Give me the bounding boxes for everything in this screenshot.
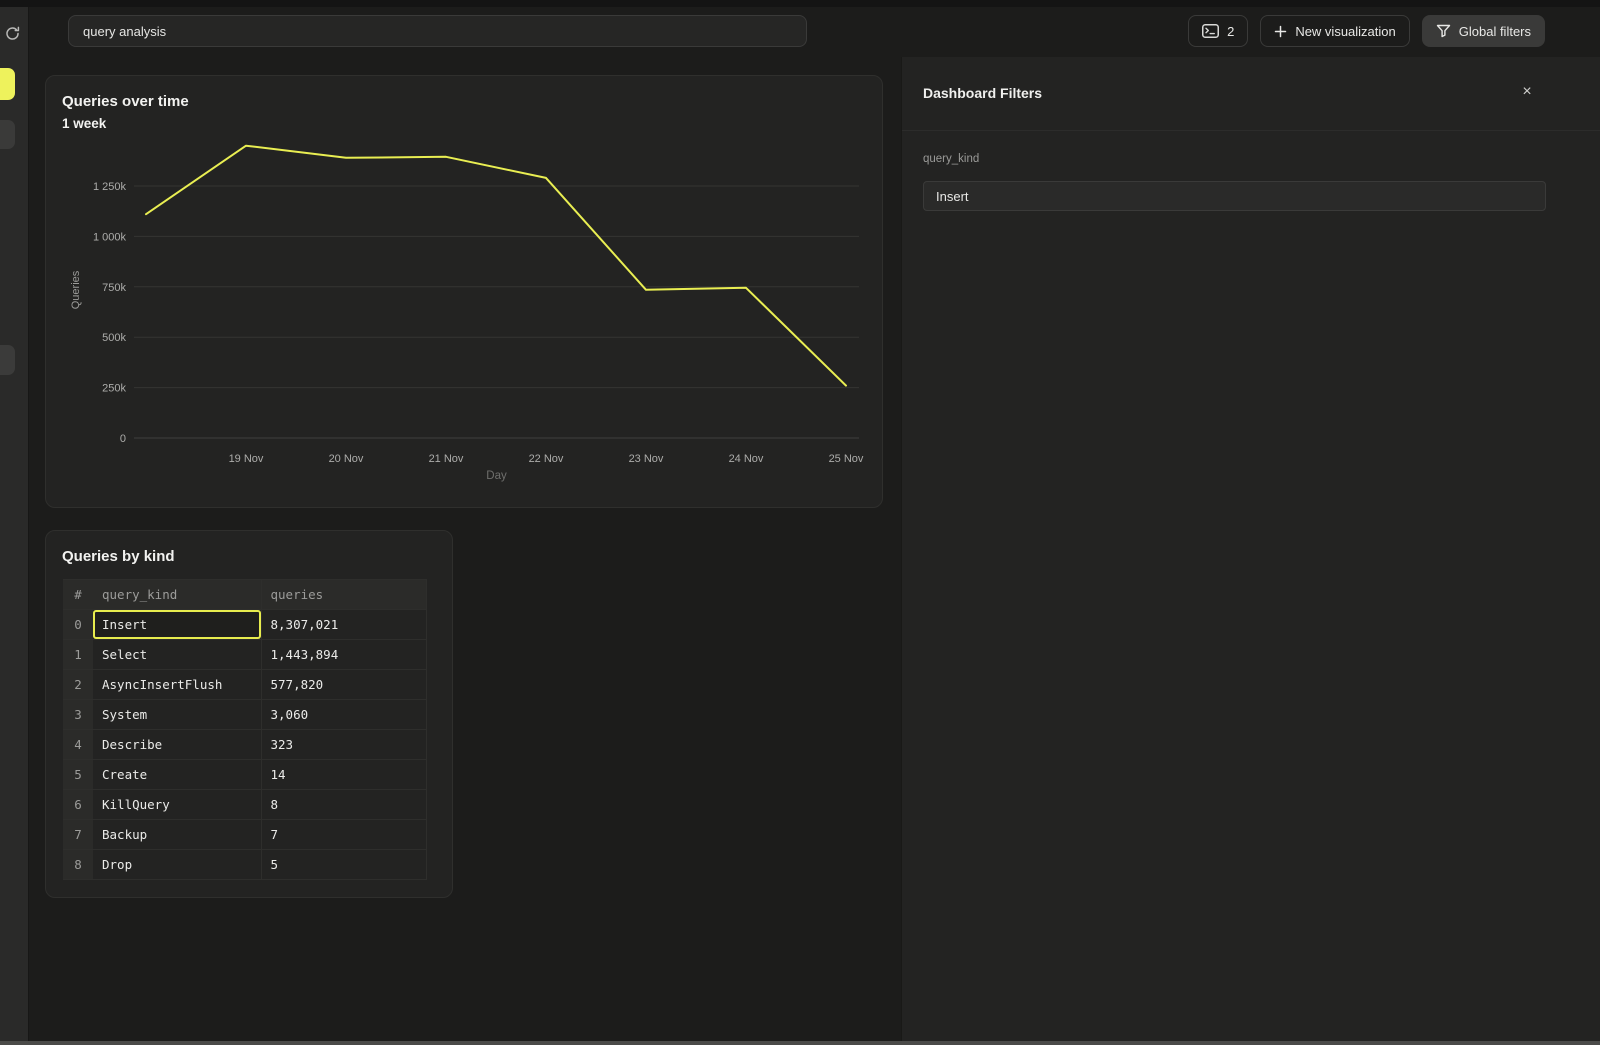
left-sidebar-rail bbox=[0, 7, 29, 1045]
filters-panel-title: Dashboard Filters bbox=[923, 85, 1042, 101]
refresh-button[interactable] bbox=[1, 22, 23, 44]
cell-queries[interactable]: 1,443,894 bbox=[261, 640, 426, 670]
y-axis-title: Queries bbox=[70, 270, 82, 309]
chart-subtitle: 1 week bbox=[62, 116, 106, 131]
x-tick-label: 23 Nov bbox=[629, 453, 664, 465]
cell-queries[interactable]: 7 bbox=[261, 820, 426, 850]
window-top-strip bbox=[0, 0, 1600, 7]
queries-table-wrap: # query_kind queries 0Insert8,307,0211Se… bbox=[63, 579, 427, 880]
cell-query-kind[interactable]: Create bbox=[93, 760, 261, 790]
table-row: 8Drop5 bbox=[63, 850, 426, 880]
global-filters-label: Global filters bbox=[1459, 24, 1531, 39]
cell-queries[interactable]: 5 bbox=[261, 850, 426, 880]
table-row: 7Backup7 bbox=[63, 820, 426, 850]
queries-by-kind-card: Queries by kind # query_kind queries 0In… bbox=[45, 530, 453, 898]
cell-query-kind[interactable]: Describe bbox=[93, 730, 261, 760]
cell-queries[interactable]: 8,307,021 bbox=[261, 610, 426, 640]
table-row: 5Create14 bbox=[63, 760, 426, 790]
dashboard-canvas: Queries over time 1 week 0 250k 500k 750k 1 … bbox=[29, 57, 901, 1045]
cell-queries[interactable]: 577,820 bbox=[261, 670, 426, 700]
panel-divider bbox=[902, 130, 1600, 131]
cell-query-kind[interactable]: Backup bbox=[93, 820, 261, 850]
cell-index: 1 bbox=[63, 640, 93, 670]
x-tick-label: 22 Nov bbox=[529, 453, 564, 465]
sidebar-item-active[interactable] bbox=[0, 68, 15, 100]
close-icon[interactable]: × bbox=[1516, 81, 1538, 103]
queries-line-chart: 0 250k 500k 750k 1 000k 1 250k 19 Nov 20 Nov 21 … bbox=[46, 136, 884, 509]
table-row: 2AsyncInsertFlush577,820 bbox=[63, 670, 426, 700]
cell-query-kind[interactable]: Drop bbox=[93, 850, 261, 880]
y-tick-label: 1 000k bbox=[93, 231, 127, 243]
queries-table: # query_kind queries 0Insert8,307,0211Se… bbox=[63, 579, 427, 880]
cell-queries[interactable]: 14 bbox=[261, 760, 426, 790]
x-tick-label: 24 Nov bbox=[729, 453, 764, 465]
cell-query-kind[interactable]: KillQuery bbox=[93, 790, 261, 820]
sidebar-item[interactable] bbox=[0, 345, 15, 375]
y-tick-label: 0 bbox=[120, 433, 126, 445]
cell-queries[interactable]: 8 bbox=[261, 790, 426, 820]
table-header-row: # query_kind queries bbox=[63, 580, 426, 610]
table-row: 0Insert8,307,021 bbox=[63, 610, 426, 640]
app-screen: 2 New visualization Global filters Queri… bbox=[0, 0, 1600, 1045]
dashboard-title-input[interactable] bbox=[68, 15, 807, 47]
cell-query-kind[interactable]: Select bbox=[93, 640, 261, 670]
cell-index: 4 bbox=[63, 730, 93, 760]
table-row: 4Describe323 bbox=[63, 730, 426, 760]
table-row: 1Select1,443,894 bbox=[63, 640, 426, 670]
chart-title: Queries over time bbox=[62, 93, 189, 110]
table-row: 6KillQuery8 bbox=[63, 790, 426, 820]
queries-over-time-card: Queries over time 1 week 0 250k 500k 750k 1 … bbox=[45, 75, 883, 508]
x-axis-title: Day bbox=[486, 470, 507, 482]
column-header-query-kind[interactable]: query_kind bbox=[93, 580, 261, 610]
cell-queries[interactable]: 323 bbox=[261, 730, 426, 760]
x-tick-label: 19 Nov bbox=[229, 453, 264, 465]
terminal-icon bbox=[1202, 24, 1219, 38]
cell-index: 0 bbox=[63, 610, 93, 640]
filter-query-kind-input[interactable] bbox=[923, 181, 1546, 211]
cell-query-kind[interactable]: System bbox=[93, 700, 261, 730]
open-tabs-button[interactable]: 2 bbox=[1188, 15, 1248, 47]
y-tick-label: 750k bbox=[102, 282, 126, 294]
cell-query-kind[interactable]: Insert bbox=[93, 610, 261, 640]
filter-field-label: query_kind bbox=[923, 153, 979, 165]
global-filters-button[interactable]: Global filters bbox=[1422, 15, 1545, 47]
new-visualization-label: New visualization bbox=[1295, 24, 1395, 39]
cell-index: 6 bbox=[63, 790, 93, 820]
sidebar-item[interactable] bbox=[0, 120, 15, 149]
y-tick-label: 1 250k bbox=[93, 181, 127, 193]
new-visualization-button[interactable]: New visualization bbox=[1260, 15, 1409, 47]
cell-index: 2 bbox=[63, 670, 93, 700]
window-bottom-strip bbox=[0, 1041, 1600, 1045]
cell-index: 3 bbox=[63, 700, 93, 730]
cell-index: 5 bbox=[63, 760, 93, 790]
x-tick-label: 20 Nov bbox=[329, 453, 364, 465]
table-title: Queries by kind bbox=[62, 548, 175, 565]
x-tick-label: 25 Nov bbox=[829, 453, 864, 465]
funnel-icon bbox=[1436, 24, 1451, 38]
open-tabs-count: 2 bbox=[1227, 24, 1234, 39]
column-header-index[interactable]: # bbox=[63, 580, 93, 610]
x-tick-label: 21 Nov bbox=[429, 453, 464, 465]
cell-queries[interactable]: 3,060 bbox=[261, 700, 426, 730]
series-line bbox=[146, 146, 846, 386]
y-tick-label: 250k bbox=[102, 383, 126, 395]
circular-arrow-icon bbox=[4, 25, 21, 42]
dashboard-filters-panel: Dashboard Filters × query_kind bbox=[901, 57, 1600, 1045]
plus-icon bbox=[1274, 25, 1287, 38]
cell-index: 7 bbox=[63, 820, 93, 850]
cell-index: 8 bbox=[63, 850, 93, 880]
header-actions: 2 New visualization Global filters bbox=[1188, 15, 1545, 47]
y-tick-label: 500k bbox=[102, 332, 126, 344]
queries-table-body: 0Insert8,307,0211Select1,443,8942AsyncIn… bbox=[63, 610, 426, 880]
column-header-queries[interactable]: queries bbox=[261, 580, 426, 610]
table-row: 3System3,060 bbox=[63, 700, 426, 730]
header-bar: 2 New visualization Global filters bbox=[29, 7, 1600, 57]
cell-query-kind[interactable]: AsyncInsertFlush bbox=[93, 670, 261, 700]
